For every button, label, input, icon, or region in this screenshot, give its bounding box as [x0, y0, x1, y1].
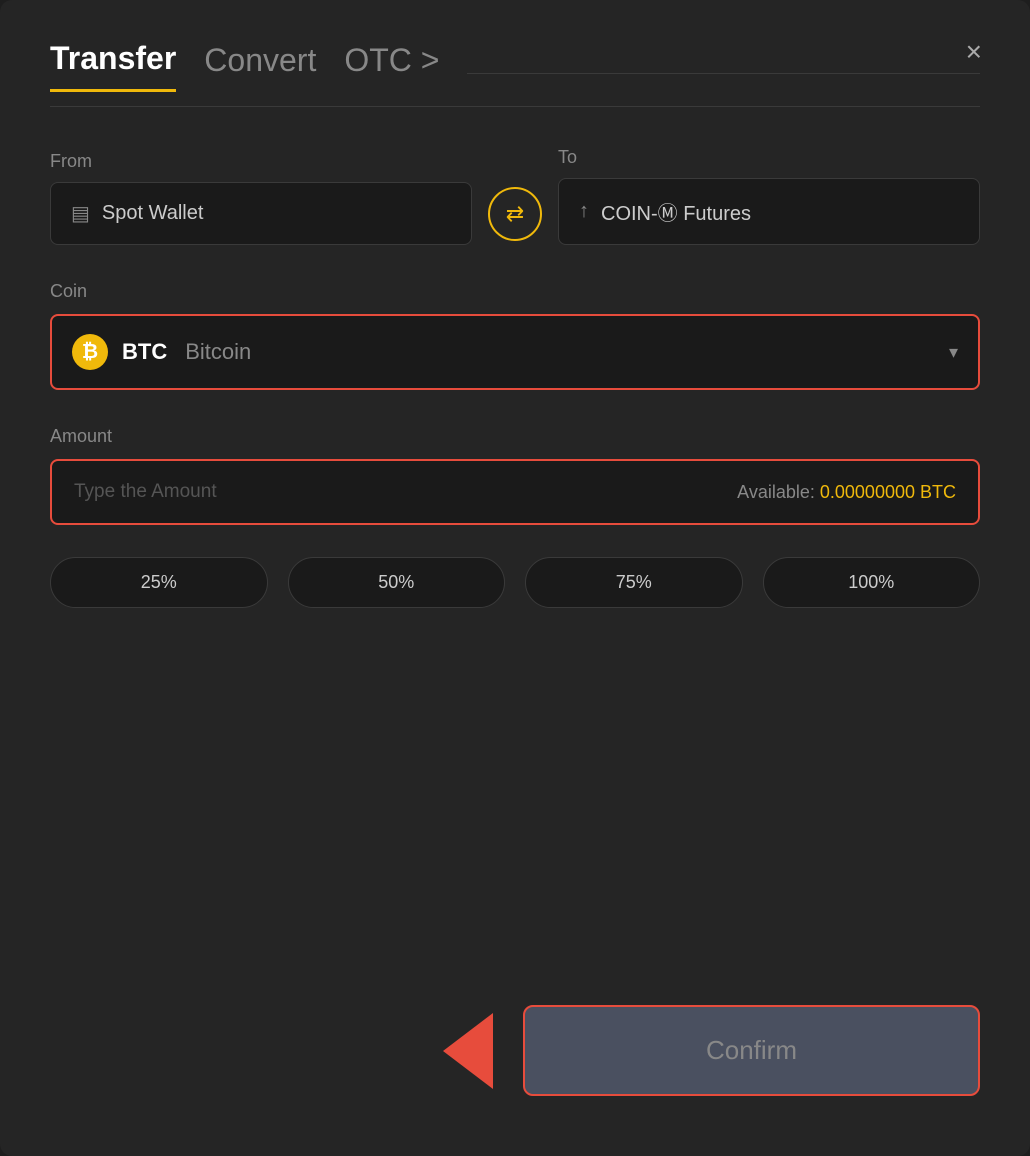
arrow-right-icon [443, 1013, 493, 1089]
from-wallet-selector[interactable]: ▤ Spot Wallet [50, 182, 472, 245]
coin-section: Coin ₿ BTC Bitcoin ▾ [50, 281, 980, 390]
from-to-section: From ▤ Spot Wallet ⇄ To ↑ COIN-Ⓜ Futures [50, 147, 980, 245]
amount-label: Amount [50, 426, 980, 447]
wallet-card-icon: ▤ [71, 201, 90, 226]
from-group: From ▤ Spot Wallet [50, 151, 472, 245]
confirm-button[interactable]: Confirm [523, 1005, 980, 1096]
chevron-down-icon: ▾ [949, 342, 958, 363]
amount-input-box[interactable]: Type the Amount Available: 0.00000000 BT… [50, 459, 980, 525]
arrow-container [50, 1013, 503, 1089]
pct-75-button[interactable]: 75% [525, 557, 743, 608]
percentage-row: 25% 50% 75% 100% [50, 557, 980, 608]
to-label: To [558, 147, 980, 168]
header-underline [50, 106, 980, 107]
amount-section: Amount Type the Amount Available: 0.0000… [50, 426, 980, 525]
transfer-modal: Transfer Convert OTC > × From ▤ Spot Wal… [0, 0, 1030, 1156]
header-tabs: Transfer Convert OTC > [50, 40, 980, 92]
available-label: Available: [737, 482, 815, 502]
from-label: From [50, 151, 472, 172]
btc-icon: ₿ [72, 334, 108, 370]
to-wallet-selector[interactable]: ↑ COIN-Ⓜ Futures [558, 178, 980, 245]
coin-label: Coin [50, 281, 980, 302]
pct-50-button[interactable]: 50% [288, 557, 506, 608]
available-balance: Available: 0.00000000 BTC [737, 482, 956, 503]
tab-otc[interactable]: OTC > [344, 42, 439, 91]
from-to-row: From ▤ Spot Wallet ⇄ To ↑ COIN-Ⓜ Futures [50, 147, 980, 245]
header-divider [467, 73, 980, 74]
tab-transfer[interactable]: Transfer [50, 40, 176, 92]
pct-100-button[interactable]: 100% [763, 557, 981, 608]
available-value: 0.00000000 BTC [820, 482, 956, 502]
coin-symbol: BTC [122, 339, 167, 365]
to-wallet-name: COIN-Ⓜ Futures [601, 197, 751, 226]
close-button[interactable]: × [966, 38, 982, 66]
tab-convert[interactable]: Convert [204, 42, 316, 91]
to-group: To ↑ COIN-Ⓜ Futures [558, 147, 980, 245]
swap-button[interactable]: ⇄ [488, 187, 542, 241]
pct-25-button[interactable]: 25% [50, 557, 268, 608]
amount-placeholder: Type the Amount [74, 481, 217, 503]
coin-selector[interactable]: ₿ BTC Bitcoin ▾ [50, 314, 980, 390]
bottom-section: Confirm [50, 1005, 980, 1096]
coin-full-name: Bitcoin [185, 339, 251, 365]
swap-wrapper: ⇄ [488, 187, 542, 245]
from-wallet-name: Spot Wallet [102, 202, 204, 225]
futures-icon: ↑ [579, 200, 589, 223]
